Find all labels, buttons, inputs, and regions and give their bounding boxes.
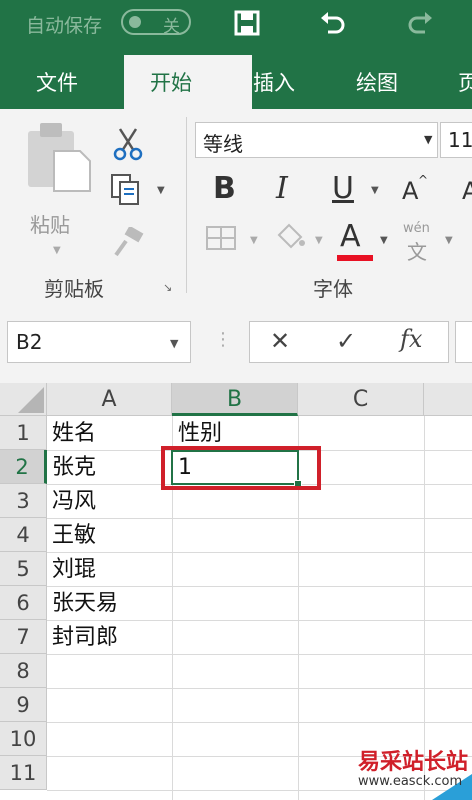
formula-buttons: ✕ ✓ fx <box>249 321 449 363</box>
row-header[interactable]: 6 <box>0 586 47 620</box>
font-color-button[interactable]: A <box>340 219 361 254</box>
italic-button[interactable]: I <box>276 171 288 206</box>
autosave-state: 关 <box>163 17 180 37</box>
cell-a3[interactable]: 冯风 <box>52 485 96 519</box>
tab-draw[interactable]: 绘图 <box>356 67 398 97</box>
font-name-value: 等线 <box>203 132 243 156</box>
red-highlight-box <box>161 446 321 490</box>
font-size-select[interactable]: 11 <box>440 122 472 158</box>
gridline <box>47 518 472 519</box>
row-header-selected[interactable]: 2 <box>0 450 47 484</box>
watermark-url: www.easck.com <box>358 774 463 789</box>
title-bar: 自动保存 关 <box>0 0 472 47</box>
row-header[interactable]: 3 <box>0 484 47 518</box>
copy-icon[interactable] <box>110 173 144 211</box>
name-box-value: B2 <box>16 330 43 354</box>
row-header[interactable]: 11 <box>0 756 47 790</box>
vertical-dots-icon[interactable]: ⋮ <box>214 329 232 350</box>
row-header[interactable]: 4 <box>0 518 47 552</box>
bold-button[interactable]: B <box>213 171 236 206</box>
cell-a6[interactable]: 张天易 <box>52 587 118 621</box>
row-header[interactable]: 10 <box>0 722 47 756</box>
autosave-toggle[interactable]: 关 <box>121 9 191 37</box>
cell-a5[interactable]: 刘琨 <box>52 553 96 587</box>
row-header[interactable]: 5 <box>0 552 47 586</box>
ribbon-tabs: 文件 开始 插入 绘图 页 <box>0 47 472 109</box>
font-name-select[interactable]: 等线 ▼ <box>195 122 438 158</box>
undo-icon[interactable] <box>318 8 348 42</box>
underline-button[interactable]: U <box>332 171 354 206</box>
formula-input[interactable] <box>455 321 472 363</box>
enter-icon[interactable]: ✓ <box>336 327 356 355</box>
gridline <box>47 722 472 723</box>
select-all-corner[interactable] <box>0 383 47 416</box>
copy-dropdown-icon[interactable]: ▼ <box>157 185 165 196</box>
gridline <box>47 552 472 553</box>
grow-font-button[interactable]: A <box>402 177 418 205</box>
underline-dropdown-icon[interactable]: ▼ <box>371 185 379 196</box>
row-header[interactable]: 7 <box>0 620 47 654</box>
row-header[interactable]: 8 <box>0 654 47 688</box>
gridline <box>424 416 425 800</box>
group-divider <box>186 117 187 293</box>
column-header-c[interactable]: C <box>298 383 424 416</box>
tab-page-layout[interactable]: 页 <box>458 67 472 97</box>
cell-a2[interactable]: 张克 <box>52 451 96 485</box>
shrink-font-button[interactable]: A <box>462 177 472 205</box>
clipboard-launcher-icon[interactable]: ↘ <box>163 281 172 294</box>
spreadsheet-grid: A B C 1 2 3 4 5 6 7 8 9 10 11 姓名 性别 张克 1… <box>0 383 472 800</box>
cell-a4[interactable]: 王敏 <box>52 519 96 553</box>
watermark: 易采站长站 www.easck.com <box>352 744 472 800</box>
autosave-label: 自动保存 <box>26 15 103 37</box>
toggle-knob <box>129 16 141 28</box>
name-box[interactable]: B2 ▼ <box>7 321 191 363</box>
fill-color-dropdown-icon[interactable]: ▼ <box>315 235 323 246</box>
font-color-dropdown-icon[interactable]: ▼ <box>380 235 388 246</box>
phonetic-top: wén <box>403 221 430 236</box>
borders-dropdown-icon[interactable]: ▼ <box>250 235 258 246</box>
tab-home[interactable]: 开始 <box>124 55 252 109</box>
borders-icon[interactable] <box>205 223 239 257</box>
formula-bar: B2 ▼ ⋮ ✕ ✓ fx <box>0 301 472 383</box>
cell-a7[interactable]: 封司郎 <box>52 621 118 655</box>
ribbon: 粘贴 ▼ ▼ 剪贴板 ↘ 等线 ▼ 11 B I U ▼ A ^ A ▼ ▼ A… <box>0 109 472 302</box>
row-header[interactable]: 1 <box>0 416 47 450</box>
chevron-down-icon: ▼ <box>424 133 433 146</box>
paste-label[interactable]: 粘贴 <box>30 209 70 238</box>
column-header-b[interactable]: B <box>172 383 298 416</box>
font-size-value: 11 <box>448 128 472 152</box>
tab-home-label: 开始 <box>150 71 192 95</box>
font-group-label: 字体 <box>313 277 353 301</box>
column-header-d[interactable] <box>424 383 472 416</box>
row-header[interactable]: 9 <box>0 688 47 722</box>
watermark-text: 易采站长站 <box>358 750 469 775</box>
cell-a1[interactable]: 姓名 <box>52 417 96 451</box>
format-painter-icon[interactable] <box>112 225 146 261</box>
phonetic-dropdown-icon[interactable]: ▼ <box>445 235 453 246</box>
fill-color-icon[interactable] <box>273 221 307 257</box>
gridline <box>47 688 472 689</box>
caret-up-icon: ^ <box>418 173 429 187</box>
clipboard-group-label: 剪贴板 <box>44 277 104 301</box>
cancel-icon[interactable]: ✕ <box>270 327 290 355</box>
insert-function-icon[interactable]: fx <box>400 325 422 353</box>
column-header-a[interactable]: A <box>47 383 172 416</box>
paste-icon[interactable] <box>24 121 94 197</box>
save-icon[interactable] <box>233 9 261 41</box>
redo-icon[interactable] <box>405 8 435 42</box>
tab-insert[interactable]: 插入 <box>253 67 295 97</box>
paste-dropdown-icon[interactable]: ▼ <box>53 245 61 256</box>
phonetic-guide-button[interactable]: 文 <box>407 236 427 265</box>
chevron-down-icon: ▼ <box>170 337 179 350</box>
font-color-swatch <box>337 255 373 261</box>
cut-icon[interactable] <box>112 127 144 165</box>
tab-file[interactable]: 文件 <box>36 67 78 97</box>
